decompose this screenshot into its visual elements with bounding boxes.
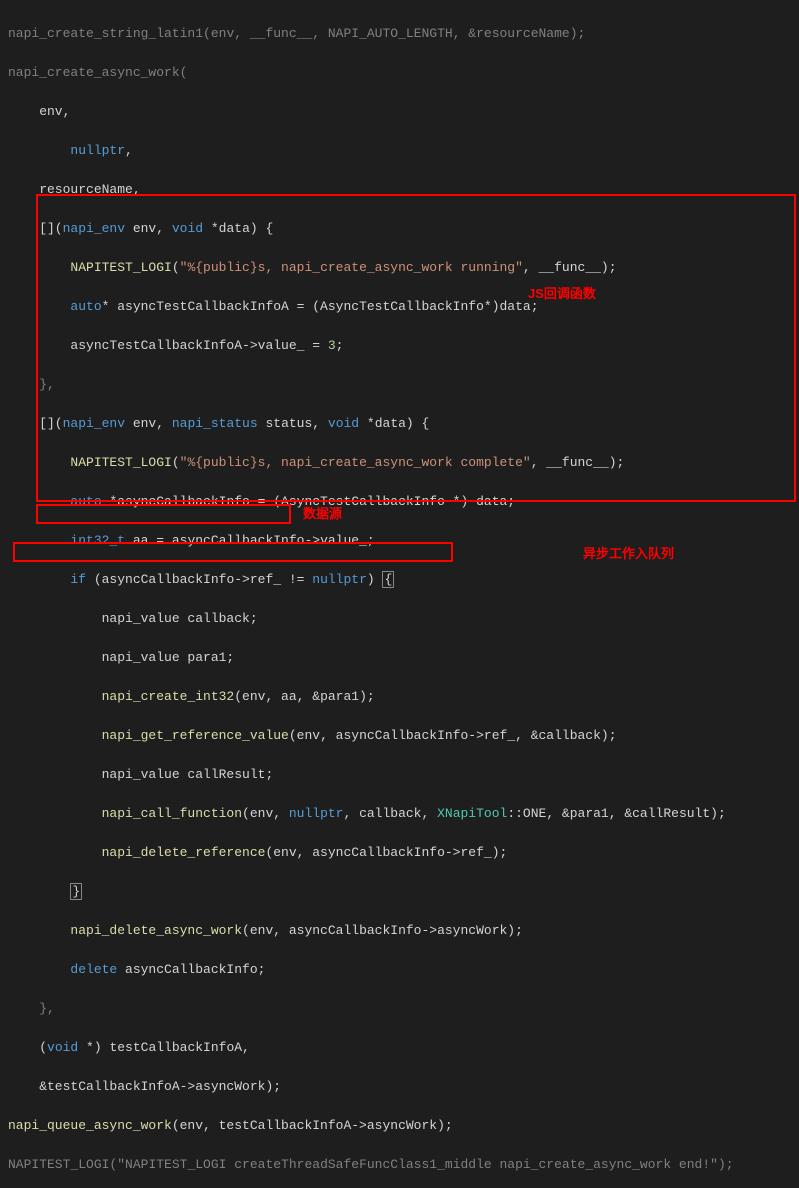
code-line: }, — [8, 375, 791, 395]
code-line: napi_get_reference_value(env, asyncCallb… — [8, 726, 791, 746]
code-line: [](napi_env env, void *data) { — [8, 219, 791, 239]
code-line: NAPITEST_LOGI("%{public}s, napi_create_a… — [8, 453, 791, 473]
code-line: napi_call_function(env, nullptr, callbac… — [8, 804, 791, 824]
code-line: auto *asyncCallbackInfo = (AsyncTestCall… — [8, 492, 791, 512]
code-line: napi_create_async_work( — [8, 63, 791, 83]
code-line: auto* asyncTestCallbackInfoA = (AsyncTes… — [8, 297, 791, 317]
code-line: }, — [8, 999, 791, 1019]
code-line: if (asyncCallbackInfo->ref_ != nullptr) … — [8, 570, 791, 590]
code-line: napi_create_int32(env, aa, &para1); — [8, 687, 791, 707]
code-line: int32_t aa = asyncCallbackInfo->value_; — [8, 531, 791, 551]
code-line: NAPITEST_LOGI("NAPITEST_LOGI createThrea… — [8, 1155, 791, 1175]
code-line: napi_delete_async_work(env, asyncCallbac… — [8, 921, 791, 941]
code-line: asyncTestCallbackInfoA->value_ = 3; — [8, 336, 791, 356]
code-line: } — [8, 882, 791, 902]
code-line: (void *) testCallbackInfoA, — [8, 1038, 791, 1058]
code-line: napi_create_string_latin1(env, __func__,… — [8, 24, 791, 44]
code-line: napi_value callResult; — [8, 765, 791, 785]
code-line: NAPITEST_LOGI("%{public}s, napi_create_a… — [8, 258, 791, 278]
code-line: &testCallbackInfoA->asyncWork); — [8, 1077, 791, 1097]
code-line: napi_delete_reference(env, asyncCallback… — [8, 843, 791, 863]
code-line: env, — [8, 102, 791, 122]
code-line: napi_value para1; — [8, 648, 791, 668]
code-line: delete asyncCallbackInfo; — [8, 960, 791, 980]
code-line: napi_value callback; — [8, 609, 791, 629]
code-line: napi_queue_async_work(env, testCallbackI… — [8, 1116, 791, 1136]
code-line: resourceName, — [8, 180, 791, 200]
code-line: nullptr, — [8, 141, 791, 161]
code-editor[interactable]: napi_create_string_latin1(env, __func__,… — [8, 4, 791, 1188]
code-line: [](napi_env env, napi_status status, voi… — [8, 414, 791, 434]
